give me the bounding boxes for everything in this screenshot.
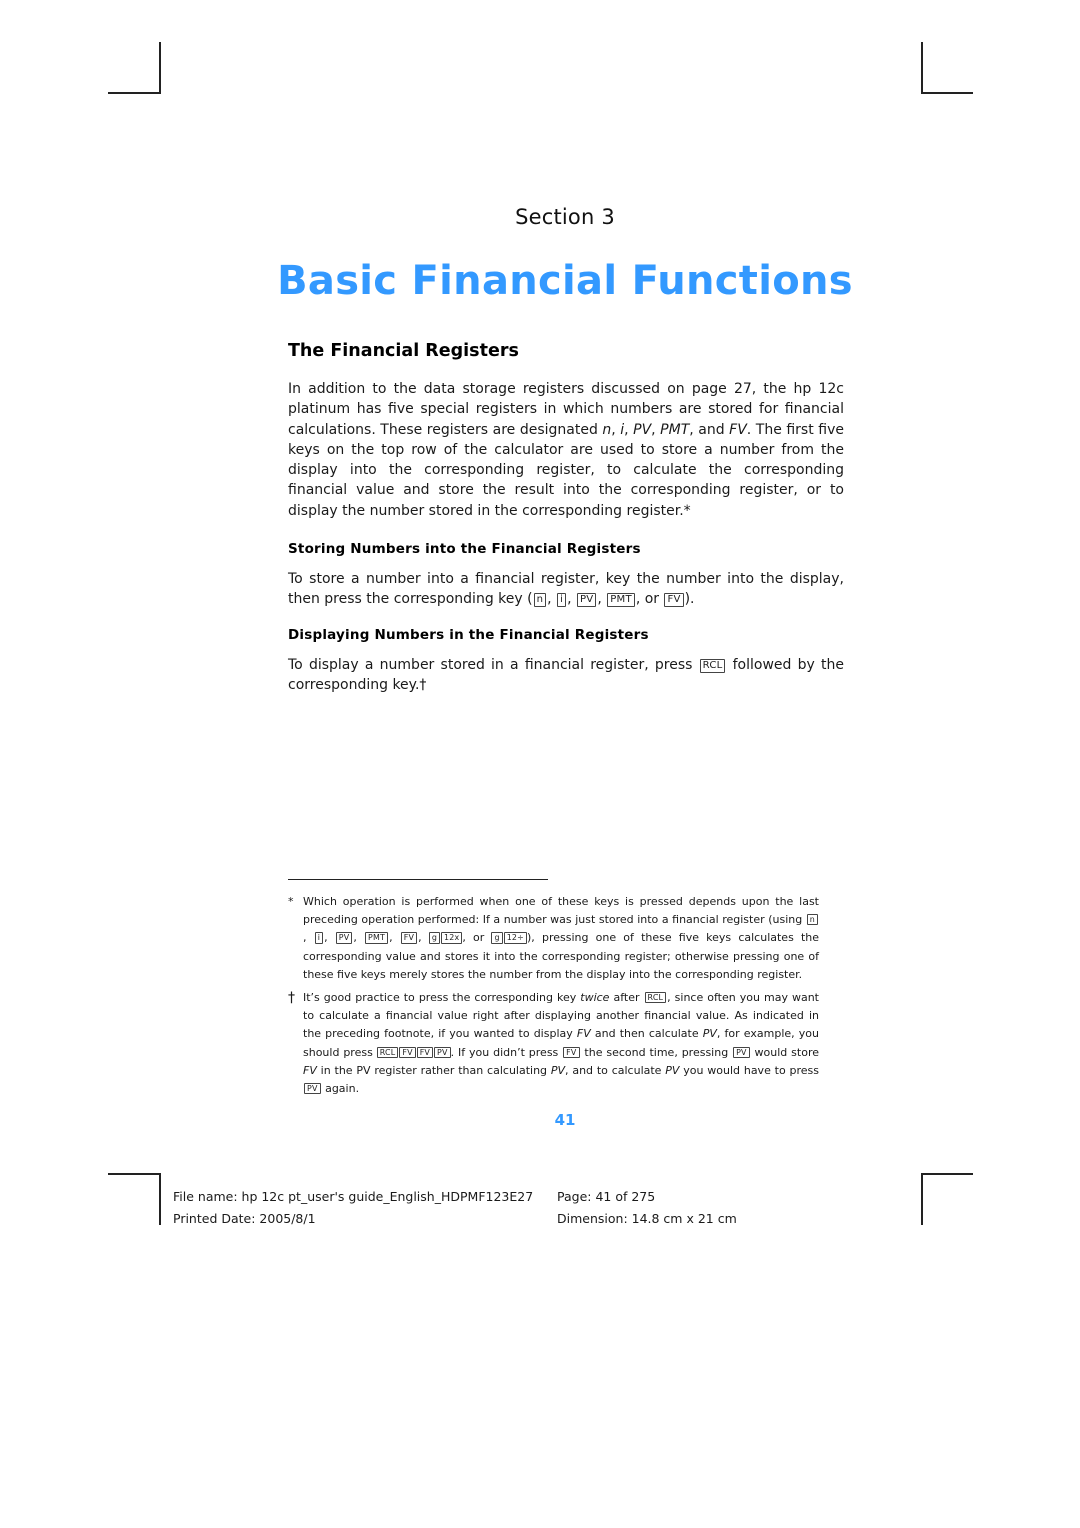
footnote-ref-dagger[interactable]: † <box>419 677 426 693</box>
crop-mark-bottom-right-vertical <box>921 1173 923 1225</box>
emphasis-twice: twice <box>580 991 610 1004</box>
displaying-paragraph: To display a number stored in a financia… <box>288 655 844 696</box>
key-rcl-icon: RCL <box>644 992 667 1004</box>
key-pmt-icon: PMT <box>607 593 635 607</box>
text: . If you didn’t press <box>450 1045 563 1059</box>
key-sequence-rcl-fv-fv-pv: RCL FV FV PV <box>376 1044 451 1062</box>
register-pv: PV <box>633 421 652 438</box>
key-fv-icon: FV <box>399 1046 416 1058</box>
text: , <box>547 591 557 608</box>
key-fv-icon: FV <box>416 1046 434 1058</box>
key-g-icon: g <box>491 932 503 944</box>
key-n-icon: n <box>806 914 818 926</box>
footnote-mark: * <box>288 895 294 908</box>
heading-displaying-numbers: Displaying Numbers in the Financial Regi… <box>288 627 649 643</box>
text: , <box>389 931 400 945</box>
crop-mark-top-right-horizontal <box>921 92 973 94</box>
key-rcl-icon: RCL <box>376 1046 399 1058</box>
register-n: n <box>602 421 612 438</box>
text: , <box>624 421 634 438</box>
text: again. <box>321 1082 360 1096</box>
footer-filename: File name: hp 12c pt_user's guide_Englis… <box>173 1189 534 1204</box>
text: the second time, pressing <box>580 1045 733 1059</box>
text: , <box>353 931 365 945</box>
footnote-mark: † <box>288 990 295 1006</box>
footer-printed-date: Printed Date: 2005/8/1 <box>173 1211 316 1226</box>
register-pmt: PMT <box>660 421 690 438</box>
key-pv-icon: PV <box>304 1083 321 1095</box>
text: , or <box>635 591 664 608</box>
key-12x-icon: 12x <box>441 932 463 944</box>
footnote-ref-asterisk[interactable]: * <box>684 503 691 519</box>
key-pv-icon: PV <box>335 932 353 944</box>
crop-mark-bottom-left-vertical <box>159 1173 161 1225</box>
crop-mark-top-left-horizontal <box>108 92 161 94</box>
text: , <box>597 591 607 608</box>
key-pv-icon: PV <box>434 1046 451 1058</box>
key-sequence-g-12x: g 12x <box>428 929 463 947</box>
text: ). <box>684 591 695 608</box>
key-g-icon: g <box>428 932 441 944</box>
key-sequence-g-12div: g 12÷ <box>491 929 527 947</box>
page-number: 41 <box>554 1111 576 1129</box>
text: after <box>609 991 644 1004</box>
key-fv-icon: FV <box>400 932 418 944</box>
page-title: Basic Financial Functions <box>277 258 853 304</box>
key-pv-icon: PV <box>577 593 597 607</box>
key-fv-icon: FV <box>664 593 684 607</box>
register-fv: FV <box>576 1027 591 1041</box>
text: in the PV register rather than calculati… <box>316 1063 551 1077</box>
section-label: Section 3 <box>515 205 615 229</box>
crop-mark-top-left-vertical <box>159 42 161 94</box>
text: , and to calculate <box>565 1063 666 1077</box>
footnote-body: It’s good practice to press the correspo… <box>303 989 819 1098</box>
crop-mark-bottom-right-horizontal <box>921 1173 973 1175</box>
text: , <box>324 931 335 945</box>
register-pv: PV <box>702 1027 717 1041</box>
register-fv: FV <box>729 421 747 438</box>
crop-mark-top-right-vertical <box>921 42 923 94</box>
register-pv: PV <box>665 1063 680 1077</box>
key-pmt-icon: PMT <box>365 932 389 944</box>
key-12div-icon: 12÷ <box>503 932 527 944</box>
text: , or <box>462 931 492 945</box>
text: , <box>611 421 621 438</box>
footnote-body: Which operation is performed when one of… <box>303 893 819 984</box>
intro-paragraph: In addition to the data storage register… <box>288 379 844 521</box>
key-i-icon: i <box>557 593 567 607</box>
storing-paragraph: To store a number into a financial regis… <box>288 569 844 610</box>
text: would store <box>750 1045 819 1059</box>
heading-storing-numbers: Storing Numbers into the Financial Regis… <box>288 541 641 557</box>
text: and then calculate <box>590 1027 703 1041</box>
key-i-icon: i <box>314 932 324 944</box>
key-n-icon: n <box>533 593 547 607</box>
text: , and <box>689 421 730 438</box>
footnote-divider <box>288 879 548 880</box>
text: , <box>303 931 314 945</box>
text: It’s good practice to press the correspo… <box>303 991 581 1004</box>
key-fv-icon: FV <box>563 1046 580 1058</box>
register-pv: PV <box>550 1063 566 1077</box>
text: , <box>418 931 429 945</box>
key-rcl-icon: RCL <box>699 659 726 673</box>
text: you would have to press <box>679 1063 819 1077</box>
text: Which operation is performed when one of… <box>303 895 819 927</box>
heading-financial-registers: The Financial Registers <box>288 341 519 361</box>
text: , <box>651 421 661 438</box>
footer-page-count: Page: 41 of 275 <box>557 1189 656 1204</box>
footnote-dagger: † It’s good practice to press the corres… <box>288 989 819 1098</box>
register-fv: FV <box>303 1063 317 1077</box>
footer-dimension: Dimension: 14.8 cm x 21 cm <box>557 1211 737 1226</box>
text: To display a number stored in a financia… <box>288 657 699 673</box>
text: , <box>567 591 576 608</box>
key-pv-icon: PV <box>733 1046 750 1058</box>
footnote-asterisk: * Which operation is performed when one … <box>288 893 819 984</box>
crop-mark-bottom-left-horizontal <box>108 1173 161 1175</box>
